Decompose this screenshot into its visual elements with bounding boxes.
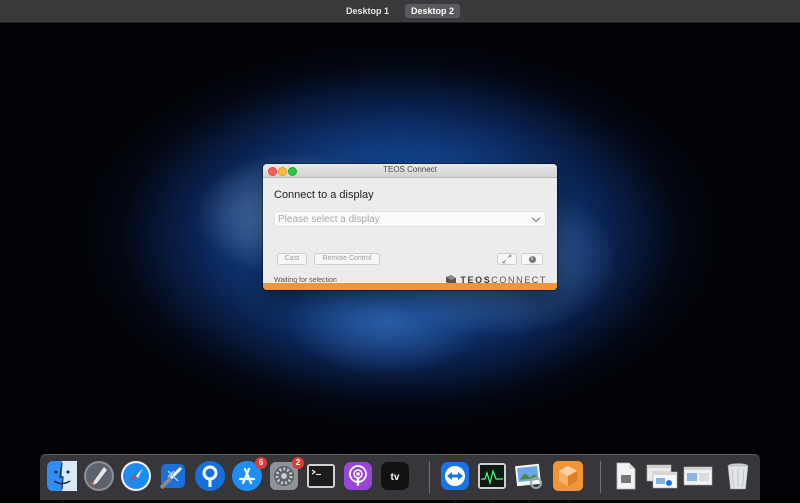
dock-item-document[interactable] [608, 459, 642, 493]
dock-item-window-stack[interactable] [645, 459, 679, 493]
chevron-down-icon [531, 213, 541, 223]
preview-icon [515, 463, 542, 489]
window-content: Connect to a display Please select a dis… [263, 178, 557, 290]
activity-monitor-icon [478, 463, 506, 489]
terminal-icon [307, 464, 335, 488]
progress-accent-bar [263, 283, 557, 290]
tv-icon: tv [381, 462, 409, 490]
dock-item-launchpad[interactable] [82, 459, 116, 493]
page-title: Connect to a display [274, 189, 374, 201]
teos-connect-window: TEOS Connect Connect to a display Please… [263, 164, 557, 290]
dock-item-podcasts[interactable] [341, 459, 375, 493]
remote-control-button[interactable]: Remote Control [314, 253, 380, 265]
svg-text:tv: tv [391, 472, 400, 483]
dock-item-xcode[interactable] [156, 459, 190, 493]
dock-item-tv[interactable]: tv [378, 459, 412, 493]
dock-item-app-store[interactable]: 6 [230, 457, 267, 493]
cast-button[interactable]: Cast [277, 253, 307, 265]
space-desktop-2[interactable]: Desktop 2 [405, 4, 461, 18]
display-select[interactable]: Please select a display [274, 211, 546, 227]
window-title: TEOS Connect [383, 165, 437, 174]
dock-item-activity-monitor[interactable] [475, 459, 509, 503]
info-button[interactable]: i [521, 253, 543, 265]
launchpad-icon [84, 461, 114, 491]
dock-item-terminal[interactable] [304, 459, 338, 493]
window-stack-icon [683, 466, 713, 486]
notification-badge: 6 [255, 457, 267, 469]
window-titlebar[interactable]: TEOS Connect [263, 164, 557, 178]
expand-icon [502, 254, 512, 264]
sourcetree-icon [195, 461, 225, 491]
space-desktop-1[interactable]: Desktop 1 [340, 4, 395, 18]
podcasts-icon [344, 462, 372, 490]
teos-connect-icon [553, 461, 583, 491]
dock-item-preview[interactable] [512, 459, 546, 503]
dock-item-trash[interactable] [721, 459, 755, 493]
dock-separator [429, 461, 430, 493]
info-icon: i [528, 256, 536, 263]
xcode-icon [160, 464, 185, 489]
mission-control-spaces-bar: Desktop 1 Desktop 2 [0, 0, 800, 23]
document-icon [616, 462, 636, 490]
dock-item-teamviewer[interactable] [438, 459, 472, 503]
dock-separator [600, 461, 601, 493]
dock: 6 2 tv [40, 454, 760, 503]
dock-item-sourcetree[interactable] [193, 459, 227, 493]
dock-item-system-preferences[interactable]: 2 [267, 457, 304, 493]
display-select-placeholder: Please select a display [278, 214, 380, 225]
notification-badge: 2 [292, 457, 304, 469]
window-stack-icon [646, 464, 678, 489]
dock-item-safari[interactable] [119, 459, 153, 493]
safari-icon [121, 461, 151, 491]
dock-item-window-stack-2[interactable] [682, 459, 716, 493]
teamviewer-icon [441, 462, 469, 490]
dock-item-teos-connect[interactable] [551, 459, 585, 503]
trash-icon [727, 463, 749, 490]
finder-icon [47, 461, 77, 491]
dock-item-finder[interactable] [45, 459, 79, 503]
fullscreen-button[interactable] [497, 253, 517, 265]
